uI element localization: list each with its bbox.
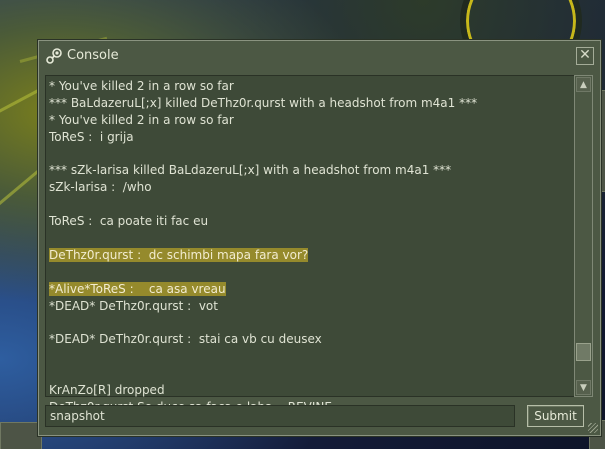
- log-line-text: *** BaLdazeruL[;x] killed DeThz0r.qurst …: [49, 95, 478, 110]
- log-line: *** sZk-larisa killed BaLdazeruL[;x] wit…: [49, 162, 576, 179]
- log-line: sZk-larisa : /who: [49, 179, 576, 196]
- scroll-thumb[interactable]: [576, 343, 591, 361]
- log-line: *Alive*ToReS : ca asa vreau: [49, 281, 576, 298]
- log-line: *** BaLdazeruL[;x] killed DeThz0r.qurst …: [49, 95, 576, 112]
- scroll-down-button[interactable]: ▼: [576, 380, 591, 395]
- console-log-lines: * You've killed 2 in a row so far *** BaL…: [49, 78, 576, 416]
- log-line: KrAnZo[R] dropped: [49, 382, 576, 399]
- log-line: *DEAD* DeThz0r.qurst : vot: [49, 298, 576, 315]
- console-log[interactable]: * You've killed 2 in a row so far *** BaL…: [45, 75, 576, 414]
- bg-panel: [0, 422, 42, 449]
- log-line-text: KrAnZo[R] dropped: [49, 383, 165, 398]
- log-line-text: sZk-larisa : /who: [49, 180, 152, 195]
- log-line-text: *DEAD* DeThz0r.qurst : vot: [49, 298, 218, 313]
- close-button[interactable]: ✕: [576, 47, 594, 65]
- arrow-down-icon: ▼: [580, 383, 587, 393]
- log-scrollbar[interactable]: ▲ ▼: [574, 75, 593, 397]
- log-line-text: ToReS : ca poate iti fac eu: [49, 214, 209, 229]
- log-line-text: * You've killed 2 in a row so far: [49, 112, 234, 127]
- log-line: DeThz0r.qurst : dc schimbi mapa fara vor…: [49, 247, 576, 264]
- submit-button[interactable]: Submit: [527, 405, 584, 427]
- log-line-text: *** sZk-larisa killed BaLdazeruL[;x] wit…: [49, 163, 452, 178]
- console-titlebar[interactable]: Console ✕: [39, 41, 600, 71]
- close-icon: ✕: [579, 47, 591, 63]
- log-line-text: DeThz0r.qurst : dc schimbi mapa fara vor…: [49, 247, 309, 262]
- console-title: Console: [67, 48, 119, 63]
- steam-icon: [45, 47, 63, 65]
- log-line: * You've killed 2 in a row so far: [49, 112, 576, 129]
- log-line-text: ToReS : i grija: [49, 129, 134, 144]
- console-window: Console ✕ * You've killed 2 in a row so …: [38, 40, 601, 436]
- log-line: ToReS : i grija: [49, 129, 576, 146]
- scroll-up-button[interactable]: ▲: [576, 77, 591, 92]
- resize-grip[interactable]: [588, 423, 598, 433]
- arrow-up-icon: ▲: [580, 80, 587, 90]
- log-line-text: *DEAD* DeThz0r.qurst : stai ca vb cu deu…: [49, 332, 322, 347]
- log-line-text: * You've killed 2 in a row so far: [49, 79, 234, 93]
- log-line: *DEAD* DeThz0r.qurst : stai ca vb cu deu…: [49, 331, 576, 348]
- log-line: * You've killed 2 in a row so far: [49, 78, 576, 95]
- command-input[interactable]: [45, 405, 515, 427]
- log-line-text: *Alive*ToReS : ca asa vreau: [49, 281, 226, 296]
- log-line: ToReS : ca poate iti fac eu: [49, 213, 576, 230]
